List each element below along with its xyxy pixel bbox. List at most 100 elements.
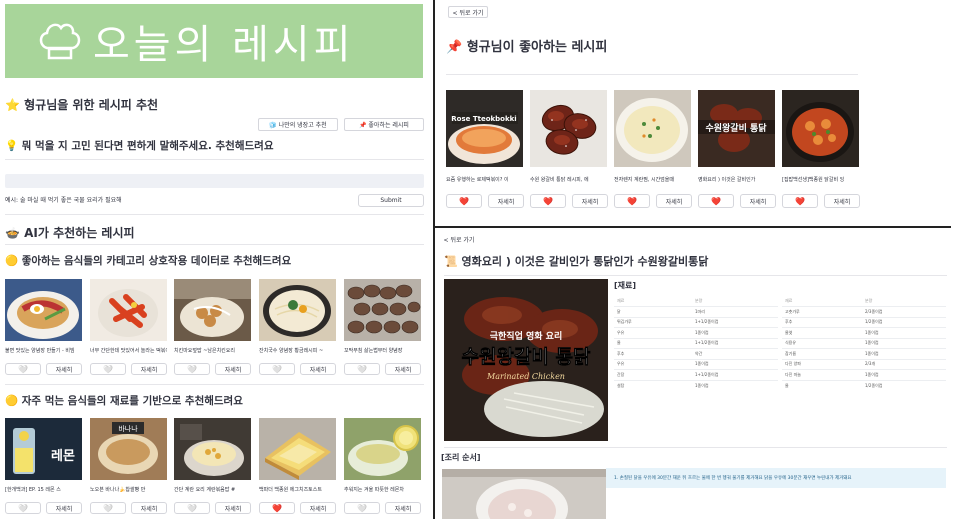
like-button[interactable]: 🤍 xyxy=(5,502,41,514)
liked-recipes-button[interactable]: 📌 좋아하는 레시피 xyxy=(344,118,424,131)
recipe-thumbnail[interactable]: 바나나 xyxy=(90,418,167,480)
recipe-caption: 치킨마요덮밥 ~남은치킨요리 xyxy=(174,348,235,354)
step-image xyxy=(442,469,606,519)
like-button[interactable]: 🤍 xyxy=(90,363,126,375)
question-input[interactable] xyxy=(5,174,424,188)
like-button[interactable]: ❤️ xyxy=(782,194,818,208)
detail-button[interactable]: 자세히 xyxy=(215,502,251,514)
recipe-thumbnail[interactable] xyxy=(259,418,336,480)
fridge-button[interactable]: 🧊 나만의 냉장고 추천 xyxy=(258,118,338,131)
image-sub-text: Marinated Chicken xyxy=(486,372,565,381)
rose-text: Rose Tteokbokki xyxy=(451,115,516,123)
like-button[interactable]: 🤍 xyxy=(344,363,380,375)
recipe-thumbnail[interactable] xyxy=(782,90,859,167)
recipe-thumbnail[interactable] xyxy=(90,279,167,341)
detail-button[interactable]: 자세히 xyxy=(740,194,776,208)
table-header: 분량 xyxy=(695,298,703,303)
like-button[interactable]: ❤️ xyxy=(259,502,295,514)
recipe-caption: 요즘 유행하는 로제떡볶이? 이 xyxy=(446,177,509,183)
ask-title: 💡 뭐 먹을 지 고민 된다면 편하게 말해주세요. 추천해드려요 xyxy=(5,140,274,152)
recipe-caption: 불면 맛있는 양념장 만들기 - 비빔 xyxy=(5,348,75,354)
divider xyxy=(444,275,947,276)
main-recommend-panel: 오늘의 레시피 ⭐ 형규님을 위한 레시피 추천 🧊 나만의 냉장고 추천 📌 … xyxy=(0,0,432,519)
detail-button[interactable]: 자세히 xyxy=(46,502,82,514)
divider xyxy=(5,244,424,245)
recipe-caption: 영화요리 ) 이것은 갈비인가 xyxy=(698,177,756,183)
steps-label: [조리 순서] xyxy=(441,453,481,462)
like-button[interactable]: ❤️ xyxy=(446,194,482,208)
recipe-thumbnail[interactable] xyxy=(174,418,251,480)
back-button[interactable]: < 뒤로 가기 xyxy=(448,6,488,18)
like-button[interactable]: ❤️ xyxy=(614,194,650,208)
recipe-thumbnail[interactable] xyxy=(259,279,336,341)
detail-button[interactable]: 자세히 xyxy=(131,502,167,514)
banana-text: 바나나 xyxy=(118,424,138,433)
image-main-text: 수원왕갈비 통닭 xyxy=(462,346,591,368)
ingredient-reco-title: 🟡 자주 먹는 음식들의 재료를 기반으로 추천해드려요 xyxy=(5,395,243,407)
recipe-caption: 수원 왕갈비 통닭 레시피, 에 xyxy=(530,177,589,183)
like-button[interactable]: 🤍 xyxy=(174,502,210,514)
recipe-caption: 꼬막무침 삶는법부터 양념장 xyxy=(344,348,403,354)
galbi-text: 수원왕갈비 통닭 xyxy=(705,122,767,134)
recipe-title: 📜 영화요리 ) 이것은 갈비인가 통닭인가 수원왕갈비통닭 xyxy=(444,255,709,268)
detail-button[interactable]: 자세히 xyxy=(656,194,692,208)
recipe-thumbnail[interactable] xyxy=(344,279,421,341)
recipe-caption: 간단 계란 요리 계란볶음밥 # xyxy=(174,487,236,493)
divider xyxy=(5,214,424,215)
recipe-thumbnail[interactable]: 레몬 xyxy=(5,418,82,480)
divider xyxy=(5,159,424,160)
like-button[interactable]: 🤍 xyxy=(5,363,41,375)
detail-button[interactable]: 자세히 xyxy=(300,502,336,514)
recipe-caption: [집밥백선생]백종원 닭갈비 잉 xyxy=(782,177,845,183)
panel-divider xyxy=(435,226,951,228)
detail-button[interactable]: 자세히 xyxy=(46,363,82,375)
ingredients-label: [재료] xyxy=(614,281,637,290)
recipe-thumbnail[interactable]: 수원왕갈비 통닭 xyxy=(698,90,775,167)
liked-recipes-panel: < 뒤로 가기 📌 형규님이 좋아하는 레시피 Rose Tteokbokki … xyxy=(436,0,957,226)
like-button[interactable]: ❤️ xyxy=(698,194,734,208)
detail-button[interactable]: 자세히 xyxy=(488,194,524,208)
detail-button[interactable]: 자세히 xyxy=(300,363,336,375)
detail-button[interactable]: 자세히 xyxy=(385,363,421,375)
like-button[interactable]: 🤍 xyxy=(174,363,210,375)
step-1: 1. 손질된 닭을 우유에 30분간 재운 뒤 흐르는 물에 한 번 헹궈 물기… xyxy=(606,468,946,488)
like-button[interactable]: 🤍 xyxy=(90,502,126,514)
recipe-thumbnail[interactable]: Rose Tteokbokki xyxy=(446,90,523,167)
recipe-thumbnail[interactable] xyxy=(344,418,421,480)
liked-title: 📌 형규님이 좋아하는 레시피 xyxy=(446,40,608,55)
submit-button[interactable]: Submit xyxy=(358,194,424,207)
back-button[interactable]: < 뒤로 가기 xyxy=(442,233,476,245)
category-reco-title: 🟡 좋아하는 음식들의 카테고리 상호작용 데이터로 추천해드려요 xyxy=(5,255,292,267)
detail-button[interactable]: 자세히 xyxy=(131,363,167,375)
recipe-thumbnail[interactable] xyxy=(530,90,607,167)
recipe-caption: [한개백과] EP. 15 레몬 스 xyxy=(5,487,61,493)
table-header: 분량 xyxy=(865,298,873,303)
recipe-caption: 전자렌지 계란찜, 시간엄을때 xyxy=(614,177,674,183)
recipe-caption: 추워지는 겨울 따뜻한 레몬차 xyxy=(344,487,404,493)
table-header: 재료 xyxy=(785,298,793,303)
recipe-thumbnail[interactable] xyxy=(174,279,251,341)
like-button[interactable]: 🤍 xyxy=(259,363,295,375)
chef-hat-icon xyxy=(39,23,81,60)
ingredients-table-left: 재료 분량 닭 1마리 튀김가루 1+1/2종이컵 우유 1종이컵 물 1+1/2종이컵 … xyxy=(614,296,778,391)
reco-title: ⭐ 형규님을 위한 레시피 추천 xyxy=(5,98,159,112)
detail-button[interactable]: 자세히 xyxy=(215,363,251,375)
recipe-caption: 잔치국수 양념장 황금레시피 ~ xyxy=(259,348,324,354)
detail-button[interactable]: 자세히 xyxy=(572,194,608,208)
recipe-thumbnail[interactable] xyxy=(5,279,82,341)
divider xyxy=(5,384,424,385)
recipe-thumbnail[interactable] xyxy=(614,90,691,167)
recipe-caption: 백파더 백종원 에그치즈토스트 xyxy=(259,487,322,493)
app-banner: 오늘의 레시피 xyxy=(5,4,423,78)
recipe-main-image: 극한직업 영화 요리 수원왕갈비 통닭 Marinated Chicken xyxy=(444,279,608,441)
ai-reco-title: 🍲 AI가 추천하는 레시피 xyxy=(5,226,135,240)
lemon-text: 레몬 xyxy=(51,449,75,464)
detail-button[interactable]: 자세히 xyxy=(824,194,860,208)
ingredients-table-right: 재료 분량 고춧가루 2/3종이컵 후추 1/2종이컵 물엿 1종이컵 식용유 1종이컵 … xyxy=(782,296,946,391)
like-button[interactable]: 🤍 xyxy=(344,502,380,514)
detail-button[interactable]: 자세히 xyxy=(385,502,421,514)
divider xyxy=(446,74,858,75)
app-title: 오늘의 레시피 xyxy=(93,22,355,68)
like-button[interactable]: ❤️ xyxy=(530,194,566,208)
recipe-caption: 노오븐 바나나🍌찹쌀빵 만 xyxy=(90,487,146,493)
